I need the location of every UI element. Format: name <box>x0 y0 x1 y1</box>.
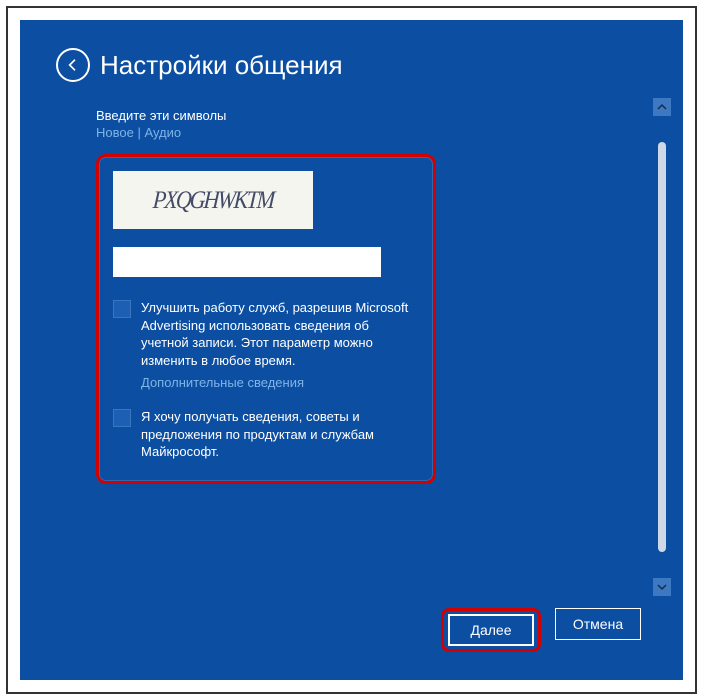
highlighted-form-region: PXQGHWKTM Улучшить работу служб, разреши… <box>96 154 436 484</box>
window-frame: Настройки общения Введите эти символы Но… <box>6 6 697 694</box>
cancel-button[interactable]: Отмена <box>555 608 641 640</box>
newsletter-checkbox-row: Я хочу получать сведения, советы и предл… <box>113 408 419 461</box>
captcha-instruction: Введите эти символы <box>96 108 647 123</box>
chevron-down-icon <box>657 582 667 592</box>
footer-buttons: Далее Отмена <box>441 608 641 652</box>
more-info-link[interactable]: Дополнительные сведения <box>141 375 419 390</box>
captcha-links: Новое | Аудио <box>96 125 647 140</box>
link-separator: | <box>134 125 145 140</box>
back-arrow-icon <box>65 57 81 73</box>
scroll-down-button[interactable] <box>653 578 671 596</box>
captcha-input[interactable] <box>113 247 381 277</box>
captcha-characters: PXQGHWKTM <box>152 185 274 215</box>
captcha-audio-link[interactable]: Аудио <box>144 125 181 140</box>
scroll-up-button[interactable] <box>653 98 671 116</box>
scroll-track[interactable] <box>658 142 666 552</box>
page-title: Настройки общения <box>100 50 343 81</box>
advertising-checkbox-row: Улучшить работу служб, разрешив Microsof… <box>113 299 419 369</box>
content-area: Введите эти символы Новое | Аудио PXQGHW… <box>96 108 647 484</box>
next-button[interactable]: Далее <box>448 614 534 646</box>
scrollbar[interactable] <box>653 98 671 598</box>
advertising-checkbox[interactable] <box>113 300 131 318</box>
captcha-image: PXQGHWKTM <box>113 171 313 229</box>
back-button[interactable] <box>56 48 90 82</box>
chevron-up-icon <box>657 102 667 112</box>
header: Настройки общения <box>56 48 647 82</box>
advertising-checkbox-label: Улучшить работу служб, разрешив Microsof… <box>141 299 419 369</box>
captcha-new-link[interactable]: Новое <box>96 125 134 140</box>
newsletter-checkbox-label: Я хочу получать сведения, советы и предл… <box>141 408 419 461</box>
setup-panel: Настройки общения Введите эти символы Но… <box>20 20 683 680</box>
highlighted-next-region: Далее <box>441 608 541 652</box>
newsletter-checkbox[interactable] <box>113 409 131 427</box>
